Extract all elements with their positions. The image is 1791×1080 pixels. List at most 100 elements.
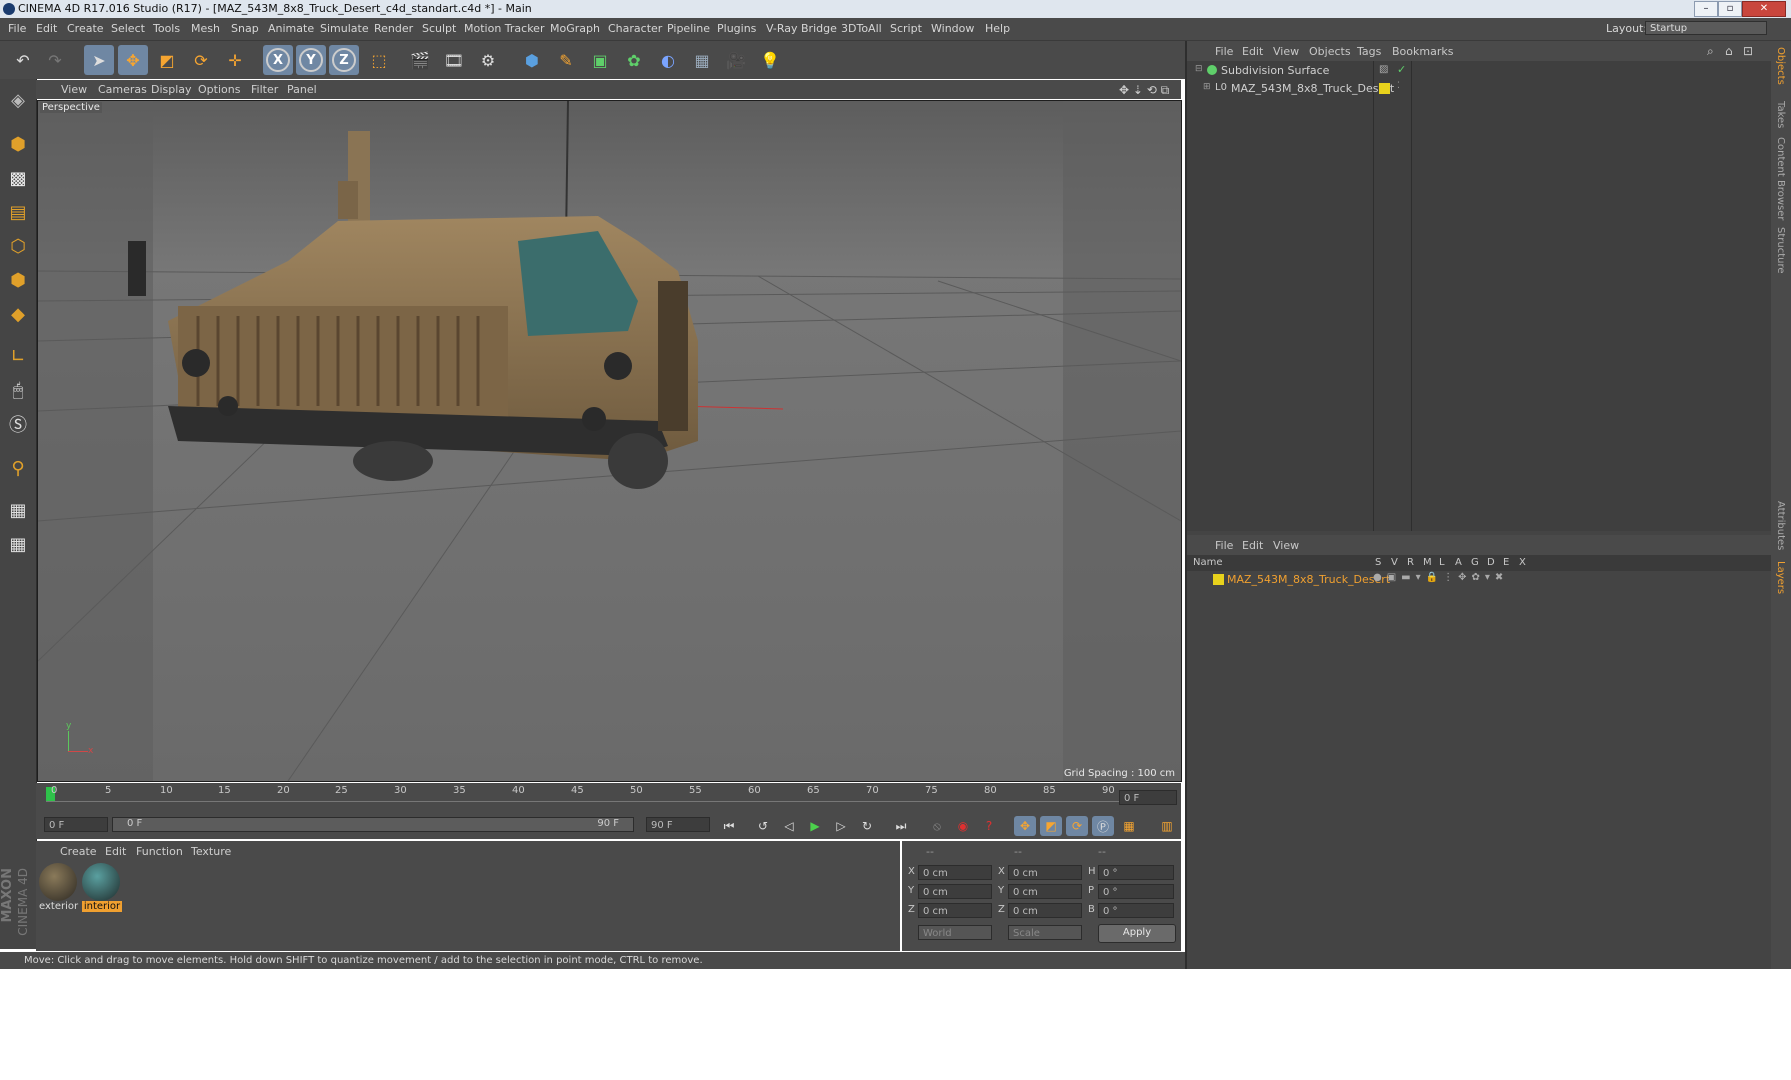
workplane-mode-icon[interactable]: ▤ [3,197,33,227]
object-menu-objects[interactable]: Objects [1309,45,1351,58]
key-position-icon[interactable]: ✥ [1014,816,1036,836]
layer-col-generators[interactable]: G [1471,557,1479,568]
material-menu-create[interactable]: Create [60,845,97,858]
layer-col-manager[interactable]: M [1423,557,1432,568]
menu-select[interactable]: Select [111,22,145,35]
texture-mode-icon[interactable]: ▩ [3,163,33,193]
size-x-field[interactable]: 0 cm [1008,865,1082,880]
object-search-icon[interactable]: ⌕ [1707,44,1714,59]
viewport-menu-display[interactable]: Display [151,83,192,96]
points-mode-icon[interactable]: ⬡ [3,231,33,261]
viewport-navigate-icon[interactable]: ✥ ⇣ ⟲ ⧉ [1119,83,1169,98]
start-frame-field[interactable]: 0 F [44,817,108,832]
menu-snap[interactable]: Snap [231,22,259,35]
menu-create[interactable]: Create [67,22,104,35]
viewport-menu-options[interactable]: Options [198,83,240,96]
live-selection-icon[interactable]: ➤ [84,45,114,75]
layer-col-animation[interactable]: A [1455,557,1462,568]
coordinate-system-icon[interactable]: ⬚ [364,45,394,75]
enable-snap-icon[interactable]: ⚲ [3,453,33,483]
scale-tool-icon[interactable]: ◩ [152,45,182,75]
menu-character[interactable]: Character [608,22,662,35]
apply-button[interactable]: Apply [1098,924,1176,943]
tweak-mode-icon[interactable]: 🖱 [3,375,33,405]
size-y-field[interactable]: 0 cm [1008,884,1082,899]
pos-y-field[interactable]: 0 cm [918,884,992,899]
menu-mograph[interactable]: MoGraph [550,22,600,35]
keyframe-selection-icon[interactable]: ? [978,816,1000,836]
layer-col-render[interactable]: R [1407,557,1414,568]
key-rotation-icon[interactable]: ⟳ [1066,816,1088,836]
light-icon[interactable]: 💡 [755,45,785,75]
record-disabled-icon[interactable]: ⦸ [926,816,948,836]
snap-icon[interactable]: Ⓢ [3,409,33,439]
key-pla-icon[interactable]: ▦ [1118,816,1140,836]
material-menu-texture[interactable]: Texture [191,845,231,858]
timeline-ruler[interactable]: 0 5 10 15 20 25 30 35 40 45 50 55 60 65 … [36,783,1181,811]
menu-window[interactable]: Window [931,22,974,35]
rot-p-field[interactable]: 0 ° [1098,884,1174,899]
redo-icon[interactable]: ↷ [40,45,70,75]
menu-help[interactable]: Help [985,22,1010,35]
key-scale-icon[interactable]: ◩ [1040,816,1062,836]
menu-simulate[interactable]: Simulate [320,22,369,35]
timeline-window-icon[interactable]: ▥ [1156,816,1178,836]
viewport-menu-view[interactable]: View [61,83,87,96]
close-button[interactable]: ✕ [1742,1,1786,17]
menu-pipeline[interactable]: Pipeline [667,22,710,35]
render-picture-viewer-icon[interactable]: 🎞 [439,45,469,75]
expand-icon[interactable]: ⊞ [1203,82,1211,92]
menu-motion-tracker[interactable]: Motion Tracker [464,22,544,35]
layer-menu-file[interactable]: File [1215,539,1233,552]
layer-color-swatch[interactable] [1213,574,1224,585]
subdivision-tag-icon[interactable]: ▨ [1379,64,1388,75]
maximize-button[interactable]: ▫ [1718,1,1742,17]
tab-objects[interactable]: Objects [1775,47,1786,85]
model-mode-icon[interactable]: ⬢ [3,129,33,159]
menu-tools[interactable]: Tools [153,22,180,35]
rot-b-field[interactable]: 0 ° [1098,903,1174,918]
material-swatch-interior[interactable]: interior [82,863,122,915]
layer-col-solo[interactable]: S [1375,557,1381,568]
go-to-start-icon[interactable]: ⏮ [718,816,740,836]
tab-attributes[interactable]: Attributes [1775,501,1786,550]
perspective-viewport[interactable]: Perspective Grid Spacing : 100 cm y x [37,100,1182,782]
viewport-menu-filter[interactable]: Filter [251,83,278,96]
material-menu-function[interactable]: Function [136,845,183,858]
x-axis-lock-button[interactable]: X [263,45,293,75]
viewport-menu-cameras[interactable]: Cameras [98,83,147,96]
enabled-check-icon[interactable]: ✓ [1397,63,1406,76]
tab-structure[interactable]: Structure [1775,227,1786,274]
menu-script[interactable]: Script [890,22,922,35]
autokey-icon[interactable]: ◉ [952,816,974,836]
material-menu-edit[interactable]: Edit [105,845,126,858]
layer-row-truck[interactable]: MAZ_543M_8x8_Truck_Desert ●▣▬▾🔒⋮✥✿▾✖ [1187,571,1773,588]
layer-color-swatch[interactable] [1379,83,1390,94]
menu-plugins[interactable]: Plugins [717,22,756,35]
rot-h-field[interactable]: 0 ° [1098,865,1174,880]
cloner-icon[interactable]: ✿ [619,45,649,75]
visibility-dots-icon[interactable]: ⁚ [1397,81,1400,91]
menu-sculpt[interactable]: Sculpt [422,22,456,35]
play-icon[interactable]: ▶ [804,816,826,836]
object-menu-tags[interactable]: Tags [1357,45,1381,58]
y-axis-lock-button[interactable]: Y [296,45,326,75]
spline-pen-icon[interactable]: ✎ [551,45,581,75]
planar-workplane-icon[interactable]: ▦ [3,529,33,559]
menu-mesh[interactable]: Mesh [191,22,220,35]
layer-col-expressions[interactable]: E [1503,557,1509,568]
go-to-end-icon[interactable]: ⏭ [890,816,912,836]
previous-key-icon[interactable]: ↺ [752,816,774,836]
render-settings-icon[interactable]: ⚙ [473,45,503,75]
minimize-button[interactable]: – [1694,1,1718,17]
subdivision-surface-icon[interactable]: ▣ [585,45,615,75]
layer-col-view[interactable]: V [1391,557,1398,568]
end-frame-field[interactable]: 90 F [646,817,710,832]
next-key-icon[interactable]: ↻ [856,816,878,836]
object-menu-bookmarks[interactable]: Bookmarks [1392,45,1453,58]
make-editable-icon[interactable]: ◈ [3,85,33,115]
layer-menu-view[interactable]: View [1273,539,1299,552]
tab-takes[interactable]: Takes [1775,101,1786,128]
cube-primitive-icon[interactable]: ⬢ [517,45,547,75]
object-row-subdivision-surface[interactable]: ⊟ Subdivision Surface ▨ ✓ [1187,62,1773,79]
